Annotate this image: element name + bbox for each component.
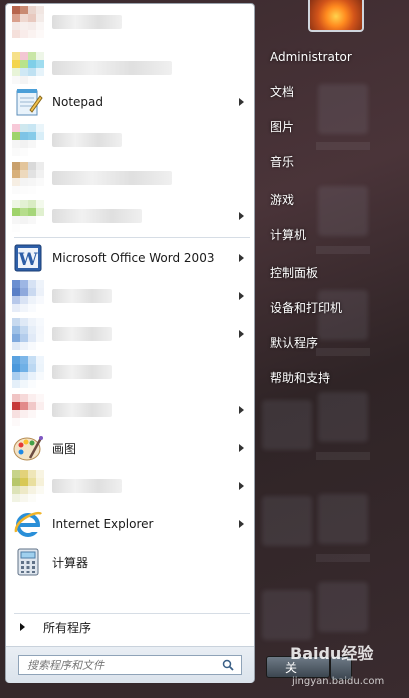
user-name[interactable]: Administrator: [262, 44, 402, 70]
ie-icon: [12, 508, 44, 540]
blurred-program-icon: [12, 394, 44, 426]
program-label: Notepad: [52, 95, 103, 109]
program-item[interactable]: [10, 50, 252, 86]
calculator-icon: [12, 546, 44, 578]
program-item[interactable]: [10, 278, 252, 314]
right-item-help-support[interactable]: 帮助和支持: [262, 364, 402, 390]
separator: [14, 237, 250, 238]
triangle-right-icon: [20, 623, 25, 631]
chevron-right-icon[interactable]: [239, 98, 244, 106]
chevron-right-icon[interactable]: [239, 444, 244, 452]
right-item-pictures[interactable]: 图片: [262, 113, 402, 139]
all-programs-label: 所有程序: [43, 620, 92, 635]
right-item-default-programs[interactable]: 默认程序: [262, 329, 402, 355]
program-item[interactable]: [10, 392, 252, 428]
program-item-calculator[interactable]: 计算器: [10, 544, 252, 580]
blurred-program-label: [52, 403, 112, 417]
program-label: 画图: [52, 441, 77, 456]
program-item[interactable]: [10, 468, 252, 504]
start-menu-programs-panel: Notepad W Microsoft Office Word 2003 画图 …: [5, 3, 255, 683]
svg-text:W: W: [17, 250, 38, 270]
program-label: Internet Explorer: [52, 517, 154, 531]
chevron-right-icon[interactable]: [239, 212, 244, 220]
notepad-icon: [12, 86, 44, 118]
blurred-program-icon: [12, 162, 44, 194]
search-area: [6, 646, 254, 683]
program-item[interactable]: [10, 316, 252, 352]
program-item-notepad[interactable]: Notepad: [10, 84, 252, 120]
blurred-program-label: [52, 15, 122, 29]
blurred-program-icon: [12, 280, 44, 312]
paint-icon: [12, 432, 44, 464]
program-item-internet-explorer[interactable]: Internet Explorer: [10, 506, 252, 542]
program-item[interactable]: [10, 198, 252, 234]
user-picture[interactable]: [308, 0, 364, 32]
blurred-program-icon: [12, 200, 44, 232]
blurred-program-label: [52, 365, 112, 379]
chevron-right-icon[interactable]: [239, 520, 244, 528]
search-box[interactable]: [18, 655, 242, 675]
chevron-right-icon[interactable]: [239, 292, 244, 300]
blurred-program-label: [52, 327, 112, 341]
program-item-word[interactable]: W Microsoft Office Word 2003: [10, 240, 252, 276]
blurred-program-icon: [12, 470, 44, 502]
program-item[interactable]: [10, 354, 252, 390]
program-label: Microsoft Office Word 2003: [52, 251, 215, 265]
blurred-program-label: [52, 61, 172, 75]
blurred-program-icon: [12, 52, 44, 84]
blurred-program-label: [52, 289, 112, 303]
blurred-program-label: [52, 209, 142, 223]
chevron-right-icon[interactable]: [239, 406, 244, 414]
chevron-right-icon[interactable]: [239, 330, 244, 338]
program-label: 计算器: [52, 555, 89, 570]
program-item[interactable]: [10, 122, 252, 158]
chevron-right-icon[interactable]: [239, 482, 244, 490]
blurred-program-icon: [12, 356, 44, 388]
chevron-right-icon[interactable]: [239, 254, 244, 262]
search-icon[interactable]: [219, 656, 237, 674]
program-item-paint[interactable]: 画图: [10, 430, 252, 466]
all-programs-button[interactable]: 所有程序: [10, 616, 252, 638]
program-item[interactable]: [10, 4, 252, 40]
blurred-program-label: [52, 479, 122, 493]
word-icon: W: [12, 242, 44, 274]
blurred-program-icon: [12, 318, 44, 350]
right-item-control-panel[interactable]: 控制面板: [262, 259, 402, 285]
program-item[interactable]: [10, 160, 252, 196]
watermark-logo: Baidu经验: [290, 644, 374, 663]
right-item-documents[interactable]: 文档: [262, 78, 402, 104]
separator: [14, 613, 250, 614]
blurred-program-icon: [12, 124, 44, 156]
right-item-computer[interactable]: 计算机: [262, 221, 402, 247]
watermark-url: jingyan.baidu.com: [292, 676, 385, 687]
blurred-program-label: [52, 171, 172, 185]
right-item-devices-printers[interactable]: 设备和打印机: [262, 294, 402, 320]
right-item-music[interactable]: 音乐: [262, 148, 402, 174]
blurred-program-icon: [12, 6, 44, 38]
blurred-program-label: [52, 133, 122, 147]
right-item-games[interactable]: 游戏: [262, 186, 402, 212]
search-input[interactable]: [25, 657, 219, 673]
